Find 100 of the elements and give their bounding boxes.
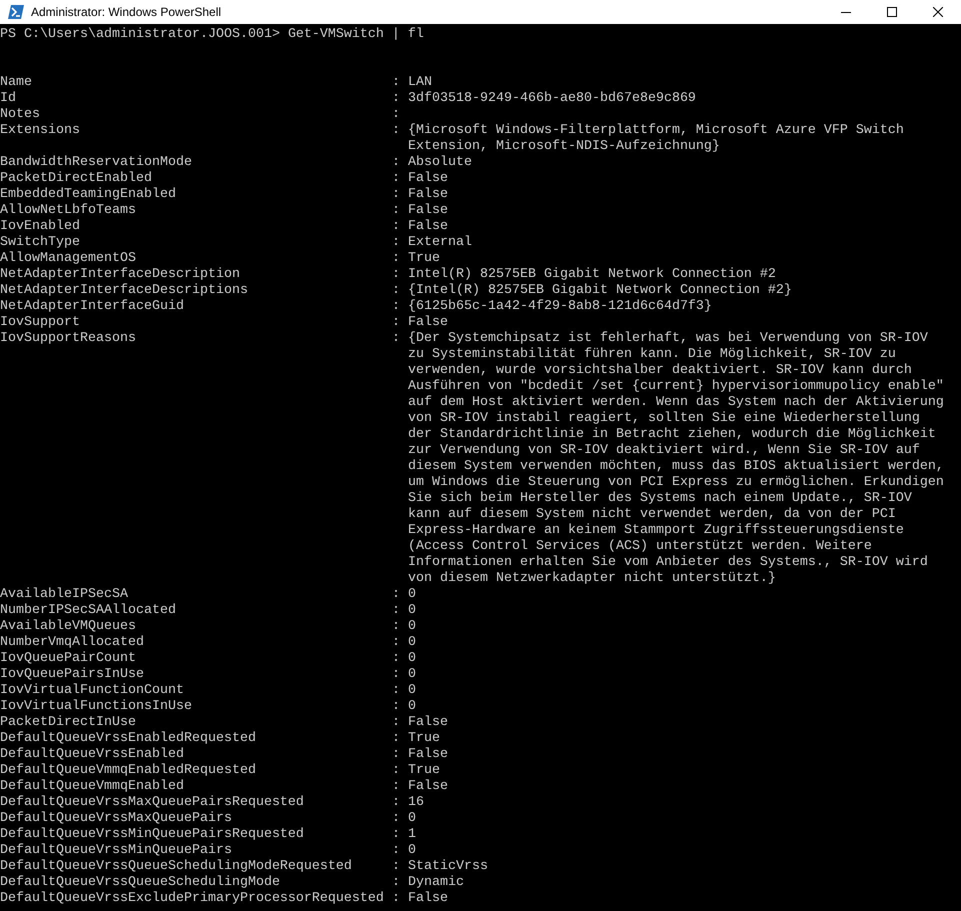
separator: : [392,331,400,346]
property-value: von SR-IOV instabil reagiert, sollten Sie eine Wiederherstellung [408,411,921,427]
separator: : [392,235,400,250]
property-value: kann auf diesem System nicht verwendet werden, da von der PCI [408,507,897,523]
separator: : [392,91,400,106]
separator: : [392,651,400,666]
property-name: IovQueuePairCount [0,651,136,666]
property-name: IovSupport [0,315,80,330]
property-value: verwenden, wurde vorsichtshalber deaktiviert. SR-IOV kann durch [408,363,913,379]
property-name: Extensions [0,123,80,138]
property-name: Name [0,75,32,90]
property-value: Extension, Microsoft-NDIS-Aufzeichnung} [408,139,721,155]
separator: : [392,683,400,698]
separator: : [392,667,400,682]
property-value: False [408,891,448,907]
powershell-icon [8,5,24,19]
property-name: AvailableIPSecSA [0,587,128,602]
separator: : [392,251,400,266]
separator: : [392,635,400,650]
property-name: DefaultQueueVrssMaxQueuePairs [0,811,232,826]
property-name: NumberIPSecSAAllocated [0,603,176,618]
separator: : [392,795,400,810]
property-value: zu Systeminstabilität führen kann. Die Möglichkeit, SR-IOV zu [408,347,897,363]
separator: : [392,779,400,794]
property-value: diesem System verwenden möchten, muss das BIOS aktualisiert werden, [408,459,944,475]
property-name: PacketDirectInUse [0,715,136,730]
property-value: False [408,203,448,219]
separator: : [392,843,400,858]
property-name: AllowManagementOS [0,251,136,266]
separator: : [392,811,400,826]
property-value: 1 [408,827,416,843]
property-name: DefaultQueueVmmqEnabled [0,779,184,794]
property-value: zur Verwendung von SR-IOV deaktiviert wird., Wenn Sie SR-IOV auf [408,443,921,459]
property-value: True [408,763,440,779]
property-name: DefaultQueueVrssMinQueuePairs [0,843,232,858]
property-value: der Standardrichtlinie in Betracht ziehen, wodurch die Möglichkeit [408,427,937,443]
separator: : [392,699,400,714]
property-value: {Der Systemchipsatz ist fehlerhaft, was bei Verwendung von SR-IOV [408,331,929,347]
separator: : [392,891,400,906]
property-value: {Intel(R) 82575EB Gigabit Network Connection #2} [408,283,792,299]
property-value: LAN [408,75,432,91]
property-value: 0 [408,651,416,667]
property-name: DefaultQueueVrssEnabled [0,747,184,762]
property-name: EmbeddedTeamingEnabled [0,187,176,202]
property-name: IovSupportReasons [0,331,136,346]
property-value: False [408,187,448,203]
property-name: NetAdapterInterfaceDescriptions [0,283,248,298]
property-name: IovEnabled [0,219,80,234]
property-value: {Microsoft Windows-Filterplattform, Microsoft Azure VFP Switch [408,123,904,139]
property-name: NetAdapterInterfaceDescription [0,267,240,282]
separator: : [392,827,400,842]
close-icon [933,7,943,17]
separator: : [392,123,400,138]
property-value: 0 [408,603,416,619]
separator: : [392,107,400,122]
property-name: PacketDirectEnabled [0,171,152,186]
separator: : [392,219,400,234]
property-value: False [408,219,448,235]
separator: : [392,603,400,618]
separator: : [392,859,400,874]
property-value: 0 [408,619,416,635]
property-name: DefaultQueueVrssQueueSchedulingModeRequested [0,859,352,874]
separator: : [392,619,400,634]
property-value: um Windows die Steuerung von PCI Express zu ermöglichen. Erkundigen [408,475,944,491]
property-name: IovQueuePairsInUse [0,667,144,682]
separator: : [392,763,400,778]
property-name: DefaultQueueVrssMaxQueuePairsRequested [0,795,304,810]
property-name: DefaultQueueVrssMinQueuePairsRequested [0,827,304,842]
property-name: SwitchType [0,235,80,250]
property-value: 0 [408,635,416,651]
property-name: AvailableVMQueues [0,619,136,634]
property-value: (Access Control Services (ACS) unterstützt werden. Weitere [408,539,873,555]
separator: : [392,315,400,330]
property-name: NumberVmqAllocated [0,635,144,650]
separator: : [392,731,400,746]
property-name: IovVirtualFunctionCount [0,683,184,698]
property-value: Ausführen von "bcdedit /set {current} hypervisoriommupolicy enable" [408,379,944,395]
separator: : [392,587,400,602]
property-value: False [408,747,448,763]
separator: : [392,283,400,298]
separator: : [392,155,400,170]
window-title: Administrator: Windows PowerShell [31,4,222,21]
property-value: Intel(R) 82575EB Gigabit Network Connection #2 [408,267,776,283]
property-value: False [408,779,448,795]
property-value: Dynamic [408,875,464,891]
property-name: BandwidthReservationMode [0,155,192,170]
property-value: 0 [408,699,416,715]
property-value: Absolute [408,155,472,171]
separator: : [392,75,400,90]
property-value: 3df03518-9249-466b-ae80-bd67e8e9c869 [408,91,696,107]
property-value: von diesem Netzwerkadapter nicht unterstützt.} [408,571,777,587]
property-name: NetAdapterInterfaceGuid [0,299,184,314]
property-name: DefaultQueueVrssQueueSchedulingMode [0,875,280,890]
property-value: 16 [408,795,424,811]
property-value: 0 [408,587,416,603]
property-value: External [408,235,472,251]
property-value: StaticVrss [408,859,488,875]
property-value: False [408,315,448,331]
property-name: DefaultQueueVmmqEnabledRequested [0,763,256,778]
separator: : [392,299,400,314]
